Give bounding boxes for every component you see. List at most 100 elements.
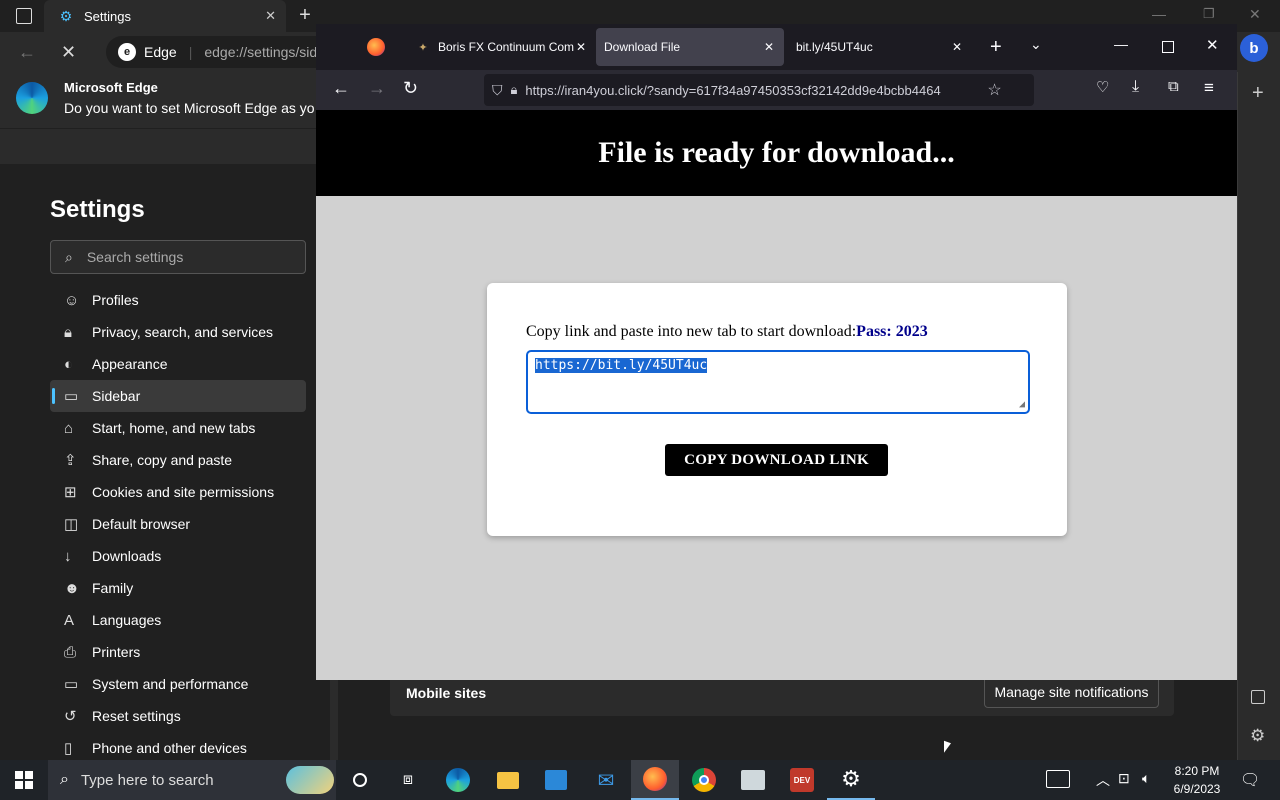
edge-taskbar-icon[interactable]	[434, 760, 482, 800]
app-window-icon[interactable]	[729, 760, 777, 800]
settings-item[interactable]: ⊞ Cookies and site permissions	[50, 476, 306, 508]
reload-icon[interactable]: ↻	[403, 78, 418, 99]
new-tab-icon[interactable]: +	[294, 4, 316, 26]
dev-cpp-icon[interactable]: DEV	[778, 760, 826, 800]
store-icon[interactable]	[532, 760, 580, 800]
add-sidebar-icon[interactable]: +	[1252, 82, 1264, 105]
chrome-icon[interactable]	[680, 760, 728, 800]
close-icon[interactable]: ✕	[952, 40, 962, 54]
bookmark-star-icon[interactable]: ☆	[987, 80, 1001, 100]
close-icon[interactable]: ✕	[576, 40, 586, 54]
close-icon[interactable]: ✕	[265, 8, 276, 24]
settings-item[interactable]: ▭ System and performance	[50, 668, 306, 700]
search-placeholder: Search settings	[86, 249, 184, 265]
pocket-icon[interactable]: ♡	[1096, 78, 1109, 96]
close-window-icon[interactable]: ✕	[1249, 6, 1261, 23]
lock-icon[interactable]: 🔒︎	[511, 82, 518, 98]
settings-item[interactable]: ◐ Appearance	[50, 348, 306, 380]
settings-item[interactable]: ↺ Reset settings	[50, 700, 306, 732]
page-header: File is ready for download...	[316, 110, 1237, 196]
stop-icon[interactable]: ✕	[61, 42, 76, 63]
mail-icon[interactable]: ✉	[582, 760, 630, 800]
infobar-text: Do you want to set Microsoft Edge as yo	[64, 100, 315, 116]
ff-tab-bitly[interactable]: bit.ly/45UT4uc ✕	[786, 28, 972, 66]
instruction-line: Copy link and paste into new tab to star…	[526, 323, 928, 341]
edge-tab-settings[interactable]: ⚙ Settings ✕	[44, 0, 286, 32]
search-highlight-icon	[286, 766, 334, 794]
settings-item[interactable]: ☺ Profiles	[50, 284, 306, 316]
settings-taskbar-icon[interactable]: ⚙	[827, 760, 875, 800]
firefox-tabbar: ✦ Boris FX Continuum Com ✕ Download File…	[316, 24, 1237, 70]
cortana-icon[interactable]	[336, 760, 384, 800]
settings-item[interactable]: 🔒︎ Privacy, search, and services	[50, 316, 306, 348]
copy-download-link-button[interactable]: COPY DOWNLOAD LINK	[665, 444, 888, 476]
ff-tab-download-file[interactable]: Download File ✕	[596, 28, 784, 66]
windows-taskbar: ⌕ Type here to search ⧈ ✉ DEV ⚙ ︿ ⊡ 🔈︎ 8…	[0, 760, 1280, 800]
settings-item-label: Sidebar	[92, 388, 141, 404]
start-button[interactable]	[0, 760, 48, 800]
extensions-icon[interactable]: ⧉	[1168, 78, 1179, 95]
sidebar-settings-icon[interactable]: ⚙	[1250, 726, 1265, 746]
selected-link-text: https://bit.ly/45UT4uc	[535, 358, 708, 373]
manage-site-notifications-button[interactable]: Manage site notifications	[984, 676, 1159, 708]
settings-item[interactable]: A Languages	[50, 604, 306, 636]
hide-sidebar-icon[interactable]	[1251, 690, 1265, 704]
ff-tab-label: Download File	[604, 40, 681, 54]
minimize-icon[interactable]: —	[1152, 6, 1166, 22]
tracking-protection-icon[interactable]: ⛉	[492, 82, 503, 99]
network-icon[interactable]: ⊡	[1118, 770, 1130, 787]
settings-item[interactable]: ▭ Sidebar	[50, 380, 306, 412]
settings-item[interactable]: ◫ Default browser	[50, 508, 306, 540]
resize-handle-icon[interactable]: ◢	[1019, 399, 1025, 410]
minimize-icon[interactable]: —	[1114, 36, 1128, 52]
back-icon[interactable]: ←	[332, 78, 350, 99]
bing-chat-icon[interactable]: b	[1240, 34, 1268, 62]
close-window-icon[interactable]: ✕	[1206, 36, 1219, 54]
firefox-url-bar[interactable]: ⛉ 🔒︎ https://iran4you.click/?sandy=617f3…	[484, 74, 1034, 106]
edge-logo-icon: e	[118, 43, 136, 61]
news-widget-icon[interactable]	[1046, 770, 1070, 788]
maximize-icon[interactable]	[1162, 41, 1174, 53]
list-all-tabs-icon[interactable]: ⌄	[1030, 36, 1042, 53]
restore-icon[interactable]: ❐	[1203, 6, 1215, 22]
firefox-taskbar-icon[interactable]	[631, 760, 679, 800]
new-tab-icon[interactable]: +	[990, 36, 1002, 59]
volume-muted-icon[interactable]: 🔈︎	[1142, 770, 1150, 787]
file-explorer-icon[interactable]	[484, 760, 532, 800]
back-icon[interactable]: ←	[18, 42, 36, 63]
notifications-icon[interactable]: 🗨︎	[1240, 770, 1260, 790]
show-hidden-icons-icon[interactable]: ︿	[1096, 770, 1110, 790]
download-icon: ↓	[64, 547, 72, 565]
firefox-navbar: ← → ↻ ⛉ 🔒︎ https://iran4you.click/?sandy…	[316, 70, 1237, 110]
taskbar-search-box[interactable]: ⌕ Type here to search	[48, 760, 336, 800]
settings-item-label: Downloads	[92, 548, 162, 564]
menu-icon[interactable]: ≡	[1204, 78, 1214, 98]
cookies-icon: ⊞	[64, 484, 77, 501]
close-icon[interactable]: ✕	[764, 40, 774, 54]
settings-item-label: Languages	[92, 612, 162, 628]
task-view-icon[interactable]: ⧈	[384, 760, 432, 800]
settings-item[interactable]: ⇪ Share, copy and paste	[50, 444, 306, 476]
settings-item[interactable]: ⎙ Printers	[50, 636, 306, 668]
languages-icon: A	[64, 611, 75, 629]
ff-tab-label: Boris FX Continuum Com	[438, 40, 574, 54]
search-settings-input[interactable]: ⌕ Search settings	[50, 240, 306, 274]
tab-actions-icon[interactable]	[16, 8, 32, 24]
download-link-textarea[interactable]: https://bit.ly/45UT4uc ◢	[526, 350, 1030, 414]
settings-item[interactable]: ↓ Downloads	[50, 540, 306, 572]
ff-tab-boris[interactable]: ✦ Boris FX Continuum Com ✕	[404, 28, 594, 66]
settings-item[interactable]: ⌂ Start, home, and new tabs	[50, 412, 306, 444]
edge-url: edge://settings/sid	[204, 44, 318, 60]
downloads-icon[interactable]: ⤓	[1132, 78, 1139, 96]
clock[interactable]: 8:20 PM 6/9/2023	[1168, 762, 1226, 798]
settings-item[interactable]: ☻ Family	[50, 572, 306, 604]
mobile-sites-label: Mobile sites	[406, 685, 487, 701]
url-text: https://iran4you.click/?sandy=617f34a974…	[525, 82, 941, 98]
settings-scrollbar[interactable]	[330, 680, 338, 760]
infobar-strip	[0, 128, 316, 164]
firefox-view-icon[interactable]	[367, 38, 385, 56]
edge-address-bar[interactable]: e Edge | edge://settings/sid	[106, 36, 336, 68]
browser-icon: ◫	[64, 516, 79, 533]
settings-item-label: Reset settings	[92, 708, 181, 724]
forward-icon[interactable]: →	[368, 78, 386, 99]
